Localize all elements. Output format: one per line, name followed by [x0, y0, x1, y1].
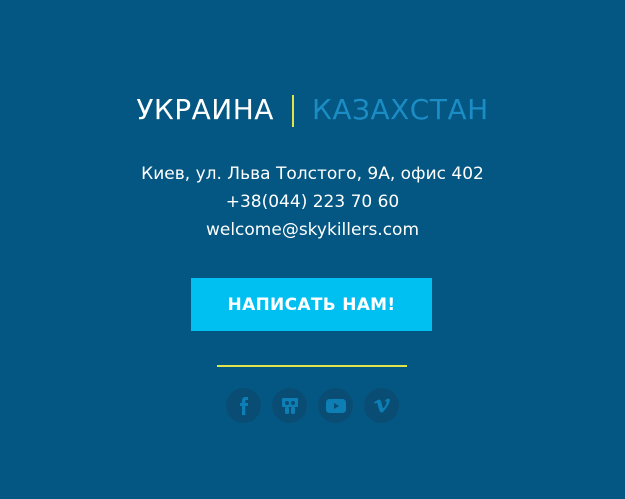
country-tabs: УКРАИНА КАЗАХСТАН: [0, 90, 625, 130]
slideshare-link[interactable]: [272, 388, 307, 423]
tab-kazakhstan[interactable]: КАЗАХСТАН: [312, 90, 489, 130]
slideshare-icon: [281, 397, 299, 415]
vimeo-link[interactable]: [364, 388, 399, 423]
vimeo-icon: [373, 398, 391, 414]
social-links: [0, 388, 625, 424]
tab-divider: [291, 95, 294, 127]
section-divider: [217, 365, 407, 367]
contact-info: Киев, ул. Льва Толстого, 9А, офис 402 +3…: [0, 160, 625, 244]
phone-text[interactable]: +38(044) 223 70 60: [0, 188, 625, 216]
tab-ukraine[interactable]: УКРАИНА: [136, 90, 274, 130]
email-link[interactable]: welcome@skykillers.com: [0, 216, 625, 244]
youtube-link[interactable]: [318, 388, 353, 423]
facebook-link[interactable]: [226, 388, 261, 423]
write-us-button[interactable]: НАПИСАТЬ НАМ!: [191, 278, 432, 331]
facebook-icon: [237, 396, 251, 415]
contacts-section: УКРАИНА КАЗАХСТАН Киев, ул. Льва Толстог…: [0, 0, 625, 499]
youtube-icon: [325, 398, 346, 413]
address-text: Киев, ул. Льва Толстого, 9А, офис 402: [141, 164, 484, 184]
